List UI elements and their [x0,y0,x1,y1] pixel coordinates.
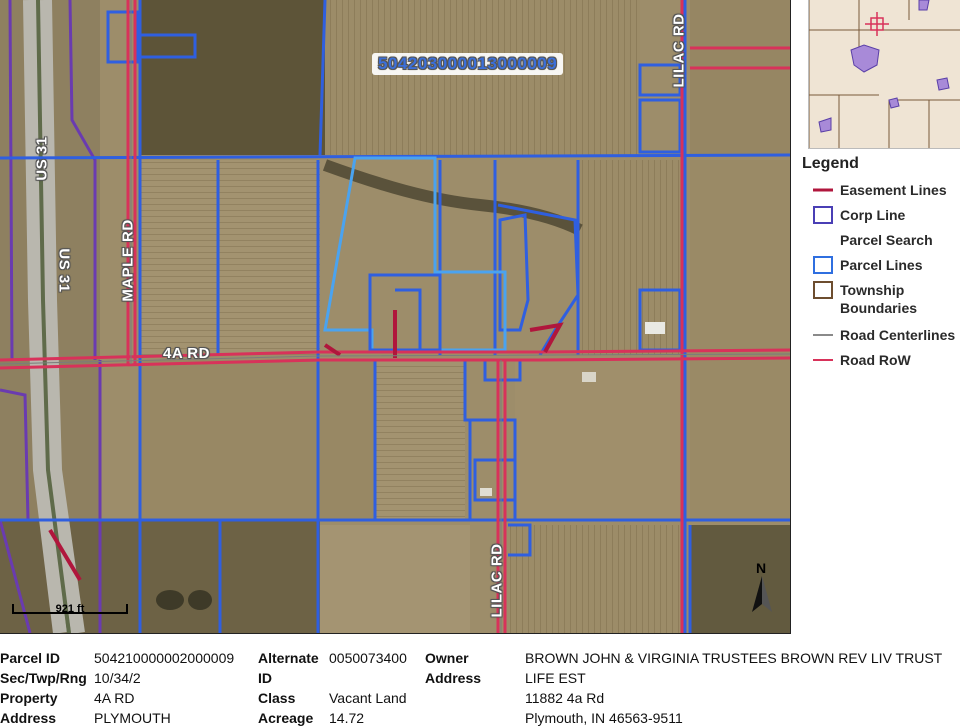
legend-item-road-row: Road RoW [802,349,960,374]
owner-name-line1: BROWN JOHN & VIRGINIA TRUSTEES BROWN REV… [525,650,943,666]
township-boundaries-icon [813,281,833,299]
overview-location-marker [865,12,889,36]
search-parcel-id-label: 504203000013000009 [372,53,564,75]
scale-label: 921 ft [55,603,85,615]
legend-item-corp-line: Corp Line [802,204,960,229]
sec-twp-rng-key: Sec/Twp/Rng [0,670,87,686]
address-value: PLYMOUTH [94,710,171,726]
legend-item-parcel-lines: Parcel Lines [802,254,960,279]
road-label-maple-rd: MAPLE RD [119,219,137,302]
alternate-id-value: 0050073400 [329,650,407,666]
map-canvas[interactable]: 504203000013000009 US 31 US 31 MAPLE RD … [0,0,791,634]
legend-item-road-centerlines: Road Centerlines [802,324,960,349]
legend: Legend Easement Lines Corp Line Parcel S… [802,155,960,374]
acreage-value: 14.72 [329,710,365,726]
owner-street: 11882 4a Rd [525,690,605,706]
legend-item-township-boundaries: Township Boundaries [802,279,960,324]
road-label-us31-upper: US 31 [33,136,51,181]
legend-items: Easement Lines Corp Line Parcel Search P… [802,179,960,374]
easement-line-icon [813,188,833,192]
map-graphics [0,0,790,633]
class-key: Class [258,690,296,706]
sec-twp-rng-value: 10/34/2 [94,670,141,686]
address-key: Address [0,710,57,726]
acreage-key: Acreage [258,710,314,726]
road-label-4a-rd: 4A RD [163,345,210,362]
owner-key-line2: Address [425,670,482,686]
property-value: 4A RD [94,690,135,706]
road-row-icon [813,359,833,361]
class-value: Vacant Land [329,690,407,706]
road-label-lilac-rd-south: LILAC RD [488,543,506,618]
parcel-id-key: Parcel ID [0,650,60,666]
corp-line-icon [813,206,833,224]
road-label-lilac-rd-north: LILAC RD [670,13,688,88]
legend-title: Legend [802,155,859,172]
parcel-id-value: 504210000002000009 [94,650,235,666]
scale-bar: 921 ft [8,598,128,624]
owner-name-line2: LIFE EST [525,670,586,686]
owner-city-state-zip: Plymouth, IN 46563-9511 [525,710,683,726]
owner-key-line1: Owner [425,650,469,666]
property-key: Property [0,690,58,706]
legend-item-parcel-search: Parcel Search [840,232,933,248]
parcel-info-table: Parcel ID 504210000002000009 Sec/Twp/Rng… [0,648,960,726]
alternate-id-key-line1: Alternate [258,650,319,666]
road-centerline-icon [813,334,833,336]
dark-field [140,0,325,155]
north-arrow-icon: N [746,560,778,620]
overview-map[interactable] [808,0,960,149]
road-label-us31-lower: US 31 [55,248,73,293]
alternate-id-key-line2: ID [258,670,272,686]
legend-item-easement-lines: Easement Lines [802,179,960,204]
parcel-lines-icon [813,256,833,274]
